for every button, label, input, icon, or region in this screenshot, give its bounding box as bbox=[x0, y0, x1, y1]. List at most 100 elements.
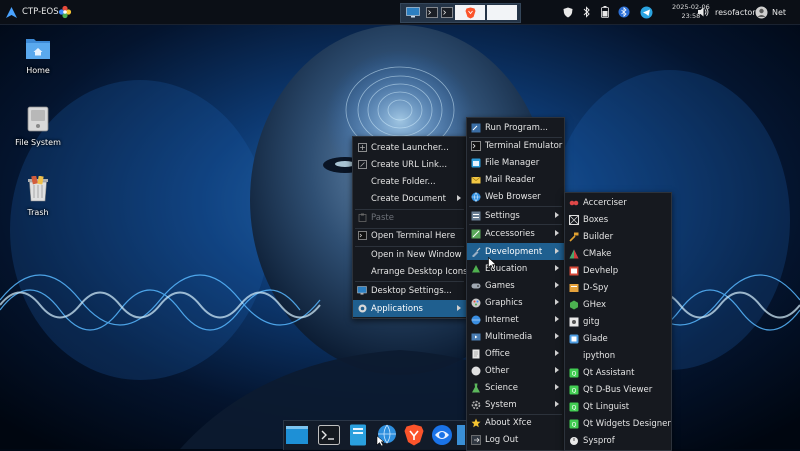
panel-title[interactable]: CTP-EOS bbox=[22, 0, 59, 24]
menu-item-system[interactable]: System bbox=[467, 396, 564, 413]
desktop-icon-trash[interactable]: Trash bbox=[8, 176, 68, 217]
menu-item-create-launcher[interactable]: Create Launcher... bbox=[353, 139, 466, 156]
menu-item-d-spy[interactable]: D-Spy bbox=[565, 279, 671, 296]
menu-item-other[interactable]: Other bbox=[467, 362, 564, 379]
taskbar-windows bbox=[400, 3, 521, 23]
menu-item-desktop-settings[interactable]: Desktop Settings... bbox=[353, 282, 466, 299]
menu-item-label: Accerciser bbox=[583, 197, 627, 208]
menu-item-internet[interactable]: Internet bbox=[467, 311, 564, 328]
menu-item-label: Internet bbox=[485, 314, 519, 325]
bluetooth-tray[interactable] bbox=[582, 0, 591, 24]
task-desktop[interactable] bbox=[404, 5, 422, 20]
menu-item-science[interactable]: Science bbox=[467, 379, 564, 396]
menu-item-label: D-Spy bbox=[583, 282, 609, 293]
dock-more[interactable] bbox=[456, 424, 466, 446]
menu-item-web-browser[interactable]: Web Browser bbox=[467, 188, 564, 205]
power-tray[interactable] bbox=[601, 0, 609, 24]
menu-item-label: Qt Widgets Designer bbox=[583, 418, 671, 429]
menu-item-ipython[interactable]: ipython bbox=[565, 347, 671, 364]
menu-item-open-in-new-window[interactable]: Open in New Window bbox=[353, 246, 466, 263]
task-empty-window[interactable] bbox=[487, 5, 517, 20]
menu-item-arrange-desktop-icons[interactable]: Arrange Desktop Icons bbox=[353, 263, 468, 280]
menu-item-devhelp[interactable]: Devhelp bbox=[565, 262, 671, 279]
menu-item-ghex[interactable]: GHex bbox=[565, 296, 671, 313]
menu-item-games[interactable]: Games bbox=[467, 277, 564, 294]
menu-item-qt-assistant[interactable]: Q Qt Assistant bbox=[565, 364, 671, 381]
menu-item-mail-reader[interactable]: Mail Reader bbox=[467, 171, 564, 188]
menu-item-label: Applications bbox=[371, 303, 423, 314]
submenu-arrow-icon bbox=[555, 384, 559, 390]
bluetooth-icon bbox=[583, 6, 590, 18]
menu-item-label: Mail Reader bbox=[485, 174, 536, 185]
menu-item-cmake[interactable]: CMake bbox=[565, 245, 671, 262]
menu-item-label: Builder bbox=[583, 231, 614, 242]
sysprof-icon bbox=[569, 436, 579, 446]
menu-item-glade[interactable]: Glade bbox=[565, 330, 671, 347]
user-avatar-icon bbox=[755, 6, 768, 18]
telegram-tray[interactable] bbox=[640, 0, 653, 24]
menu-item-log-out[interactable]: Log Out bbox=[467, 431, 564, 448]
menu-item-settings[interactable]: Settings bbox=[467, 207, 564, 224]
menu-item-create-folder[interactable]: Create Folder... bbox=[353, 173, 466, 190]
desktop-icon-home[interactable]: Home bbox=[8, 36, 68, 75]
whisker-menu-button[interactable] bbox=[58, 0, 72, 24]
task-terminal-1[interactable] bbox=[425, 5, 439, 20]
menu-item-label: Paste bbox=[371, 212, 394, 223]
terminal-icon bbox=[441, 7, 453, 18]
menu-item-label: Terminal Emulator bbox=[485, 140, 563, 151]
brave-browser-icon bbox=[404, 424, 424, 446]
menu-item-terminal-emulator[interactable]: Terminal Emulator bbox=[467, 137, 564, 154]
menu-item-label: Office bbox=[485, 348, 510, 359]
menu-item-qt-linguist[interactable]: Q Qt Linguist bbox=[565, 398, 671, 415]
development-icon bbox=[471, 247, 481, 257]
dock-brave-browser[interactable] bbox=[403, 424, 425, 446]
dock-web-browser[interactable] bbox=[375, 424, 397, 446]
bluetooth-applet[interactable] bbox=[618, 0, 630, 24]
submenu-arrow-icon bbox=[555, 401, 559, 407]
menu-item-accerciser[interactable]: Accerciser bbox=[565, 194, 671, 211]
menu-item-open-terminal-here[interactable]: Open Terminal Here bbox=[353, 227, 466, 244]
globe-pointer-icon bbox=[376, 424, 396, 446]
applications-menu-button[interactable] bbox=[5, 0, 18, 24]
shield-tray[interactable] bbox=[563, 0, 573, 24]
menu-item-file-manager[interactable]: File Manager bbox=[467, 154, 564, 171]
avatar[interactable] bbox=[755, 0, 768, 24]
menu-item-gitg[interactable]: gitg bbox=[565, 313, 671, 330]
menu-item-sysprof[interactable]: Sysprof bbox=[565, 432, 671, 449]
menu-item-about-xfce[interactable]: About Xfce bbox=[467, 414, 564, 431]
volume-tray[interactable] bbox=[697, 0, 709, 24]
menu-item-create-url-link[interactable]: Create URL Link... bbox=[353, 156, 466, 173]
menu-item-builder[interactable]: Builder bbox=[565, 228, 671, 245]
menu-item-development[interactable]: Development bbox=[467, 243, 564, 260]
gitg-icon bbox=[569, 317, 579, 327]
menu-item-multimedia[interactable]: Multimedia bbox=[467, 328, 564, 345]
dock-file-manager[interactable] bbox=[347, 424, 369, 446]
menu-item-graphics[interactable]: Graphics bbox=[467, 294, 564, 311]
menu-item-office[interactable]: Office bbox=[467, 345, 564, 362]
desktop-icon-file-system[interactable]: File System bbox=[8, 106, 68, 147]
task-terminal-2[interactable] bbox=[440, 5, 454, 20]
submenu-arrow-icon bbox=[457, 195, 461, 201]
menu-item-label: Create Launcher... bbox=[371, 142, 449, 153]
menu-item-label: Other bbox=[485, 365, 510, 376]
network-monitor[interactable]: Net bbox=[772, 0, 786, 24]
menu-item-education[interactable]: Education bbox=[467, 260, 564, 277]
dock-thunderbird[interactable] bbox=[431, 424, 453, 446]
launcher-icon bbox=[357, 143, 367, 153]
menu-item-create-document[interactable]: Create Document bbox=[353, 190, 466, 207]
menu-item-qt-dbus-viewer[interactable]: Q Qt D-Bus Viewer bbox=[565, 381, 671, 398]
graphics-icon bbox=[471, 298, 481, 308]
menu-item-label: GHex bbox=[583, 299, 607, 310]
menu-item-boxes[interactable]: Boxes bbox=[565, 211, 671, 228]
menu-item-run-program[interactable]: Run Program... bbox=[467, 119, 564, 136]
dock-terminal[interactable] bbox=[318, 424, 340, 446]
user-menu[interactable]: resofactor bbox=[715, 0, 756, 24]
accessories-icon bbox=[471, 229, 481, 239]
dock-show-desktop[interactable] bbox=[286, 424, 308, 446]
flower-icon bbox=[58, 5, 72, 19]
menu-item-qt-widgets-designer[interactable]: Q Qt Widgets Designer bbox=[565, 415, 671, 432]
speaker-icon bbox=[698, 7, 709, 17]
menu-item-accessories[interactable]: Accessories bbox=[467, 225, 564, 242]
task-brave-browser[interactable] bbox=[455, 5, 485, 20]
menu-item-applications[interactable]: Applications bbox=[353, 300, 466, 317]
